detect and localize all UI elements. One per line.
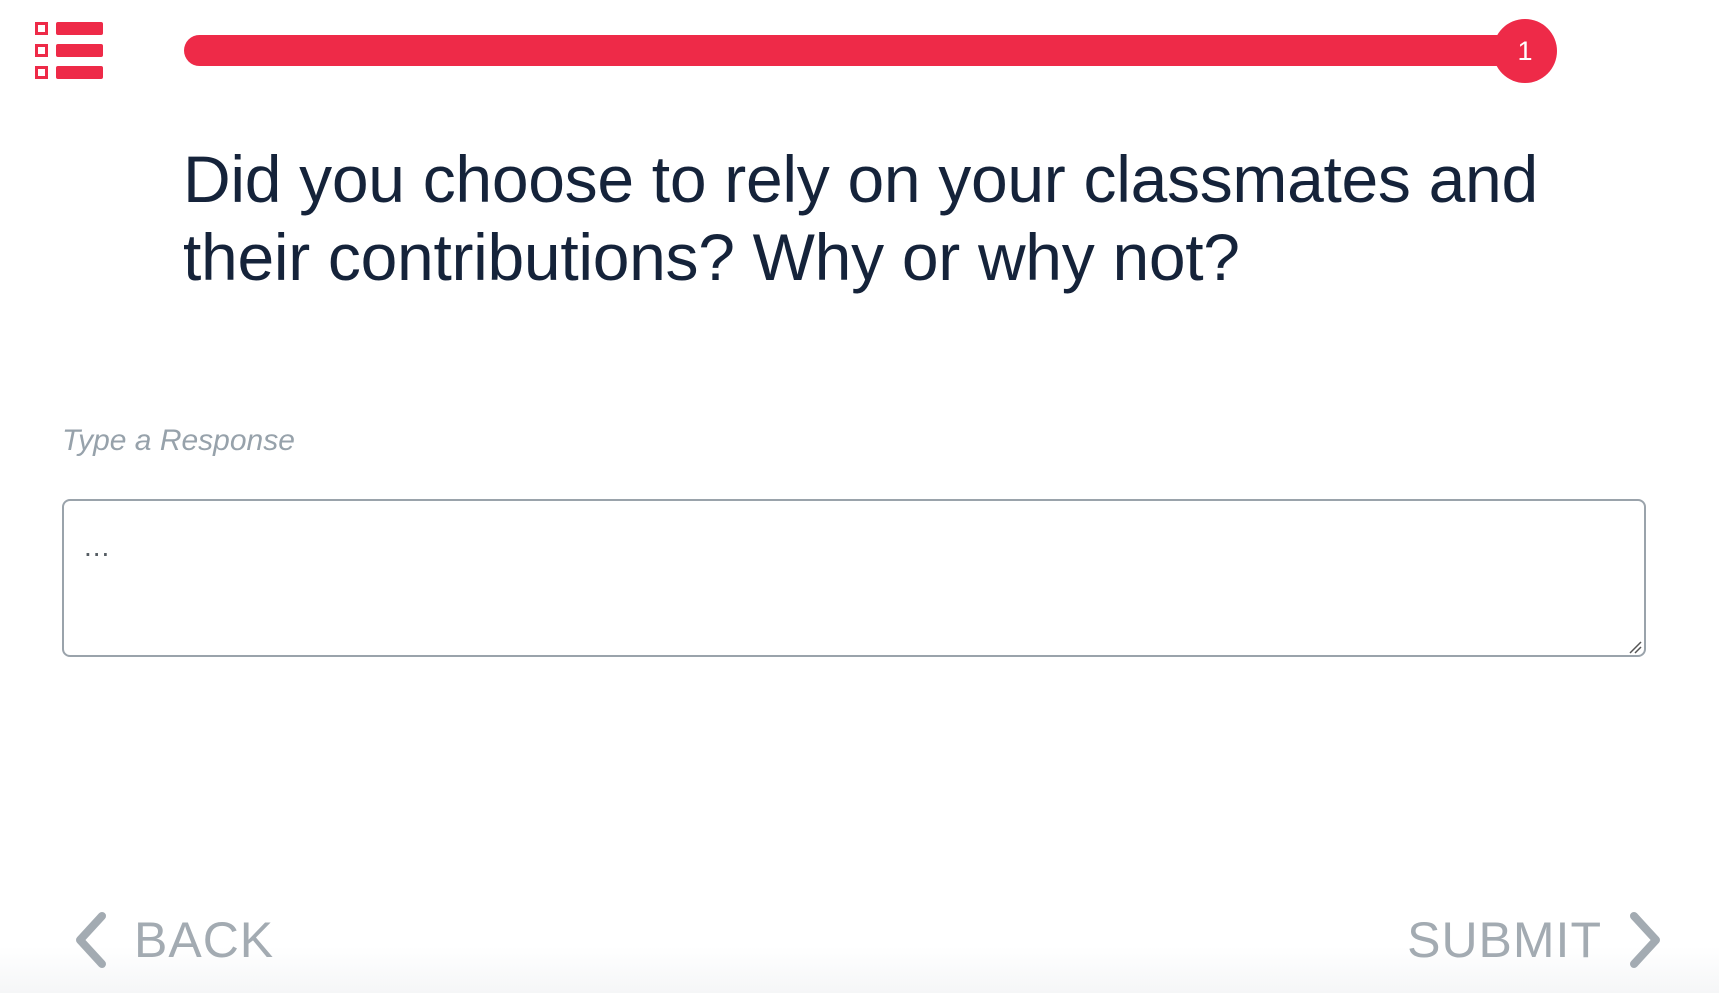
back-button[interactable]: BACK xyxy=(72,905,274,975)
list-menu-icon[interactable] xyxy=(35,22,103,80)
submit-label: SUBMIT xyxy=(1407,912,1602,968)
response-input[interactable] xyxy=(62,499,1646,657)
progress-fill xyxy=(184,35,1527,66)
progress-badge: 1 xyxy=(1493,19,1557,83)
question-text: Did you choose to rely on your classmate… xyxy=(183,142,1538,294)
back-label: BACK xyxy=(134,912,275,968)
response-label: Type a Response xyxy=(62,424,295,457)
chevron-left-icon xyxy=(76,912,106,968)
progress-bar xyxy=(184,35,1527,66)
chevron-right-icon xyxy=(1630,912,1660,968)
resize-handle-icon[interactable] xyxy=(1628,640,1642,654)
submit-button[interactable]: SUBMIT xyxy=(1407,905,1664,975)
survey-page: 1 Did you choose to rely on your classma… xyxy=(0,0,1719,993)
